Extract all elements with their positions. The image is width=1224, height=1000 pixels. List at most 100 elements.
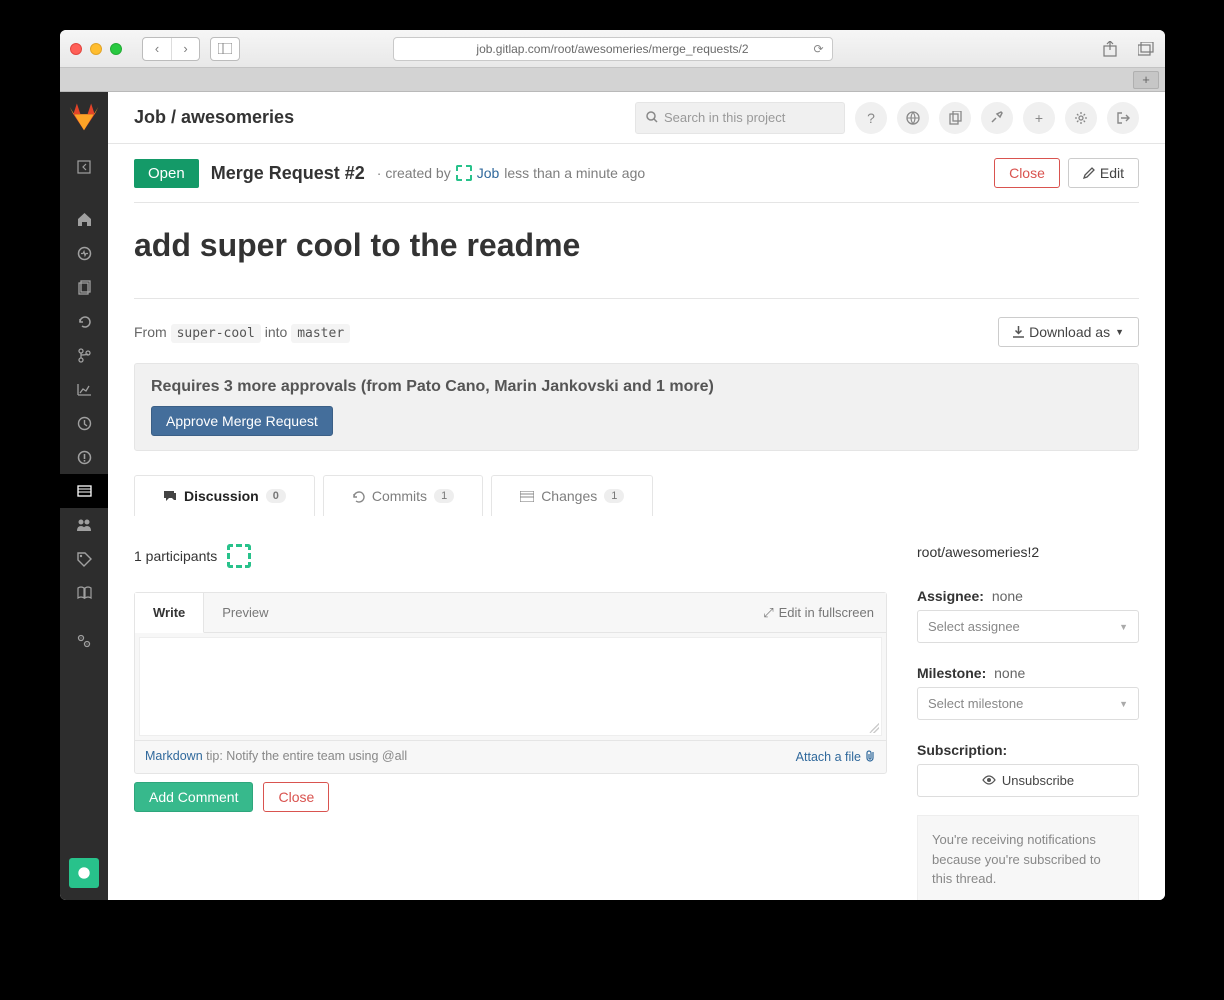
help-icon[interactable]: ?	[855, 102, 887, 134]
notification-note: You're receiving notifications because y…	[917, 815, 1139, 900]
merge-requests-icon[interactable]	[60, 474, 108, 508]
author-link[interactable]: Job	[477, 165, 500, 181]
collapse-icon[interactable]	[60, 150, 108, 184]
home-icon[interactable]	[60, 202, 108, 236]
admin-icon[interactable]	[981, 102, 1013, 134]
activity-icon[interactable]	[60, 236, 108, 270]
user-avatar[interactable]	[69, 858, 99, 888]
source-branch[interactable]: super-cool	[171, 324, 261, 343]
mr-title: add super cool to the readme	[134, 227, 1139, 264]
divider	[134, 298, 1139, 299]
close-mr-button[interactable]: Close	[263, 782, 329, 812]
status-badge: Open	[134, 159, 199, 188]
caret-down-icon: ▼	[1115, 327, 1124, 337]
expand-icon: ⤢	[763, 605, 773, 621]
write-tab[interactable]: Write	[135, 593, 204, 633]
files-icon[interactable]	[60, 270, 108, 304]
approve-button[interactable]: Approve Merge Request	[151, 406, 333, 436]
eye-icon	[982, 773, 996, 788]
minimize-window-icon[interactable]	[90, 43, 102, 55]
gear-icon[interactable]	[1065, 102, 1097, 134]
window-controls	[70, 43, 122, 55]
mr-sidebar: root/awesomeries!2 Assignee: none Select…	[917, 544, 1139, 900]
forward-button[interactable]: ›	[171, 38, 199, 60]
preview-tab[interactable]: Preview	[204, 593, 286, 632]
close-window-icon[interactable]	[70, 43, 82, 55]
browser-window: ‹ › job.gitlap.com/root/awesomeries/merg…	[60, 30, 1165, 900]
milestones-icon[interactable]	[60, 406, 108, 440]
wiki-icon[interactable]	[60, 576, 108, 610]
share-icon[interactable]	[1101, 40, 1119, 58]
approval-box: Requires 3 more approvals (from Pato Can…	[134, 363, 1139, 451]
tab-changes[interactable]: Changes 1	[491, 475, 653, 516]
labels-icon[interactable]	[60, 542, 108, 576]
participants: 1 participants	[134, 544, 887, 568]
gitlab-logo-icon[interactable]	[68, 100, 100, 132]
edit-button[interactable]: Edit	[1068, 158, 1139, 188]
back-button[interactable]: ‹	[143, 38, 171, 60]
comment-textarea[interactable]	[140, 638, 881, 732]
markdown-link[interactable]: Markdown	[145, 749, 203, 763]
settings-icon[interactable]	[60, 624, 108, 658]
resize-handle-icon[interactable]	[869, 723, 879, 733]
address-bar[interactable]: job.gitlap.com/root/awesomeries/merge_re…	[393, 37, 833, 61]
close-button[interactable]: Close	[994, 158, 1060, 188]
comment-box: Write Preview ⤢ Edit in fullscreen	[134, 592, 887, 774]
copy-icon[interactable]	[939, 102, 971, 134]
changes-count: 1	[604, 489, 624, 503]
branch-icon[interactable]	[60, 338, 108, 372]
assignee-label: Assignee: none	[917, 588, 1139, 604]
participant-avatar-icon[interactable]	[227, 544, 251, 568]
mr-reference: root/awesomeries!2	[917, 544, 1139, 560]
author-avatar-icon	[456, 165, 472, 181]
download-icon	[1013, 326, 1024, 338]
changes-icon	[520, 491, 534, 502]
sidebar-toggle-icon[interactable]	[211, 38, 239, 60]
browser-tab-strip: +	[60, 68, 1165, 92]
assignee-select[interactable]: Select assignee ▼	[917, 610, 1139, 643]
fullscreen-link[interactable]: ⤢ Edit in fullscreen	[763, 605, 874, 621]
commits-count: 1	[434, 489, 454, 503]
graph-icon[interactable]	[60, 372, 108, 406]
new-icon[interactable]: +	[1023, 102, 1055, 134]
search-icon	[646, 110, 658, 126]
search-input[interactable]	[664, 110, 840, 125]
approval-text: Requires 3 more approvals (from Pato Can…	[151, 378, 1122, 396]
browser-titlebar: ‹ › job.gitlap.com/root/awesomeries/merg…	[60, 30, 1165, 68]
download-button[interactable]: Download as ▼	[998, 317, 1139, 347]
breadcrumb[interactable]: Job / awesomeries	[134, 107, 294, 128]
mr-id: Merge Request #2	[211, 163, 365, 184]
tabs-icon[interactable]	[1137, 40, 1155, 58]
add-comment-button[interactable]: Add Comment	[134, 782, 253, 812]
new-tab-button[interactable]: +	[1133, 71, 1159, 89]
caret-down-icon: ▼	[1119, 622, 1128, 632]
target-branch[interactable]: master	[291, 324, 350, 343]
pencil-icon	[1083, 167, 1095, 179]
project-search[interactable]	[635, 102, 845, 134]
mr-tabs: Discussion 0 Commits 1 Changes 1	[134, 475, 1139, 516]
paperclip-icon	[865, 749, 876, 765]
subscription-label: Subscription:	[917, 742, 1139, 758]
tab-discussion[interactable]: Discussion 0	[134, 475, 315, 516]
mr-meta: · created by Job less than a minute ago	[377, 165, 645, 181]
tab-commits[interactable]: Commits 1	[323, 475, 483, 516]
milestone-select[interactable]: Select milestone ▼	[917, 687, 1139, 720]
explore-icon[interactable]	[897, 102, 929, 134]
unsubscribe-button[interactable]: Unsubscribe	[917, 764, 1139, 797]
commits-icon	[352, 490, 365, 503]
discussion-icon	[163, 490, 177, 503]
browser-nav: ‹ ›	[142, 37, 240, 61]
maximize-window-icon[interactable]	[110, 43, 122, 55]
markdown-tip: Markdown tip: Notify the entire team usi…	[145, 749, 407, 765]
issues-icon[interactable]	[60, 440, 108, 474]
topbar: Job / awesomeries ? +	[108, 92, 1165, 144]
milestone-label: Milestone: none	[917, 665, 1139, 681]
branch-info: From super-cool into master	[134, 324, 350, 341]
caret-down-icon: ▼	[1119, 699, 1128, 709]
refresh-icon[interactable]: ⟳	[813, 42, 823, 56]
logout-icon[interactable]	[1107, 102, 1139, 134]
url-text: job.gitlap.com/root/awesomeries/merge_re…	[476, 42, 748, 56]
attach-file-link[interactable]: Attach a file	[796, 749, 876, 765]
history-icon[interactable]	[60, 304, 108, 338]
members-icon[interactable]	[60, 508, 108, 542]
